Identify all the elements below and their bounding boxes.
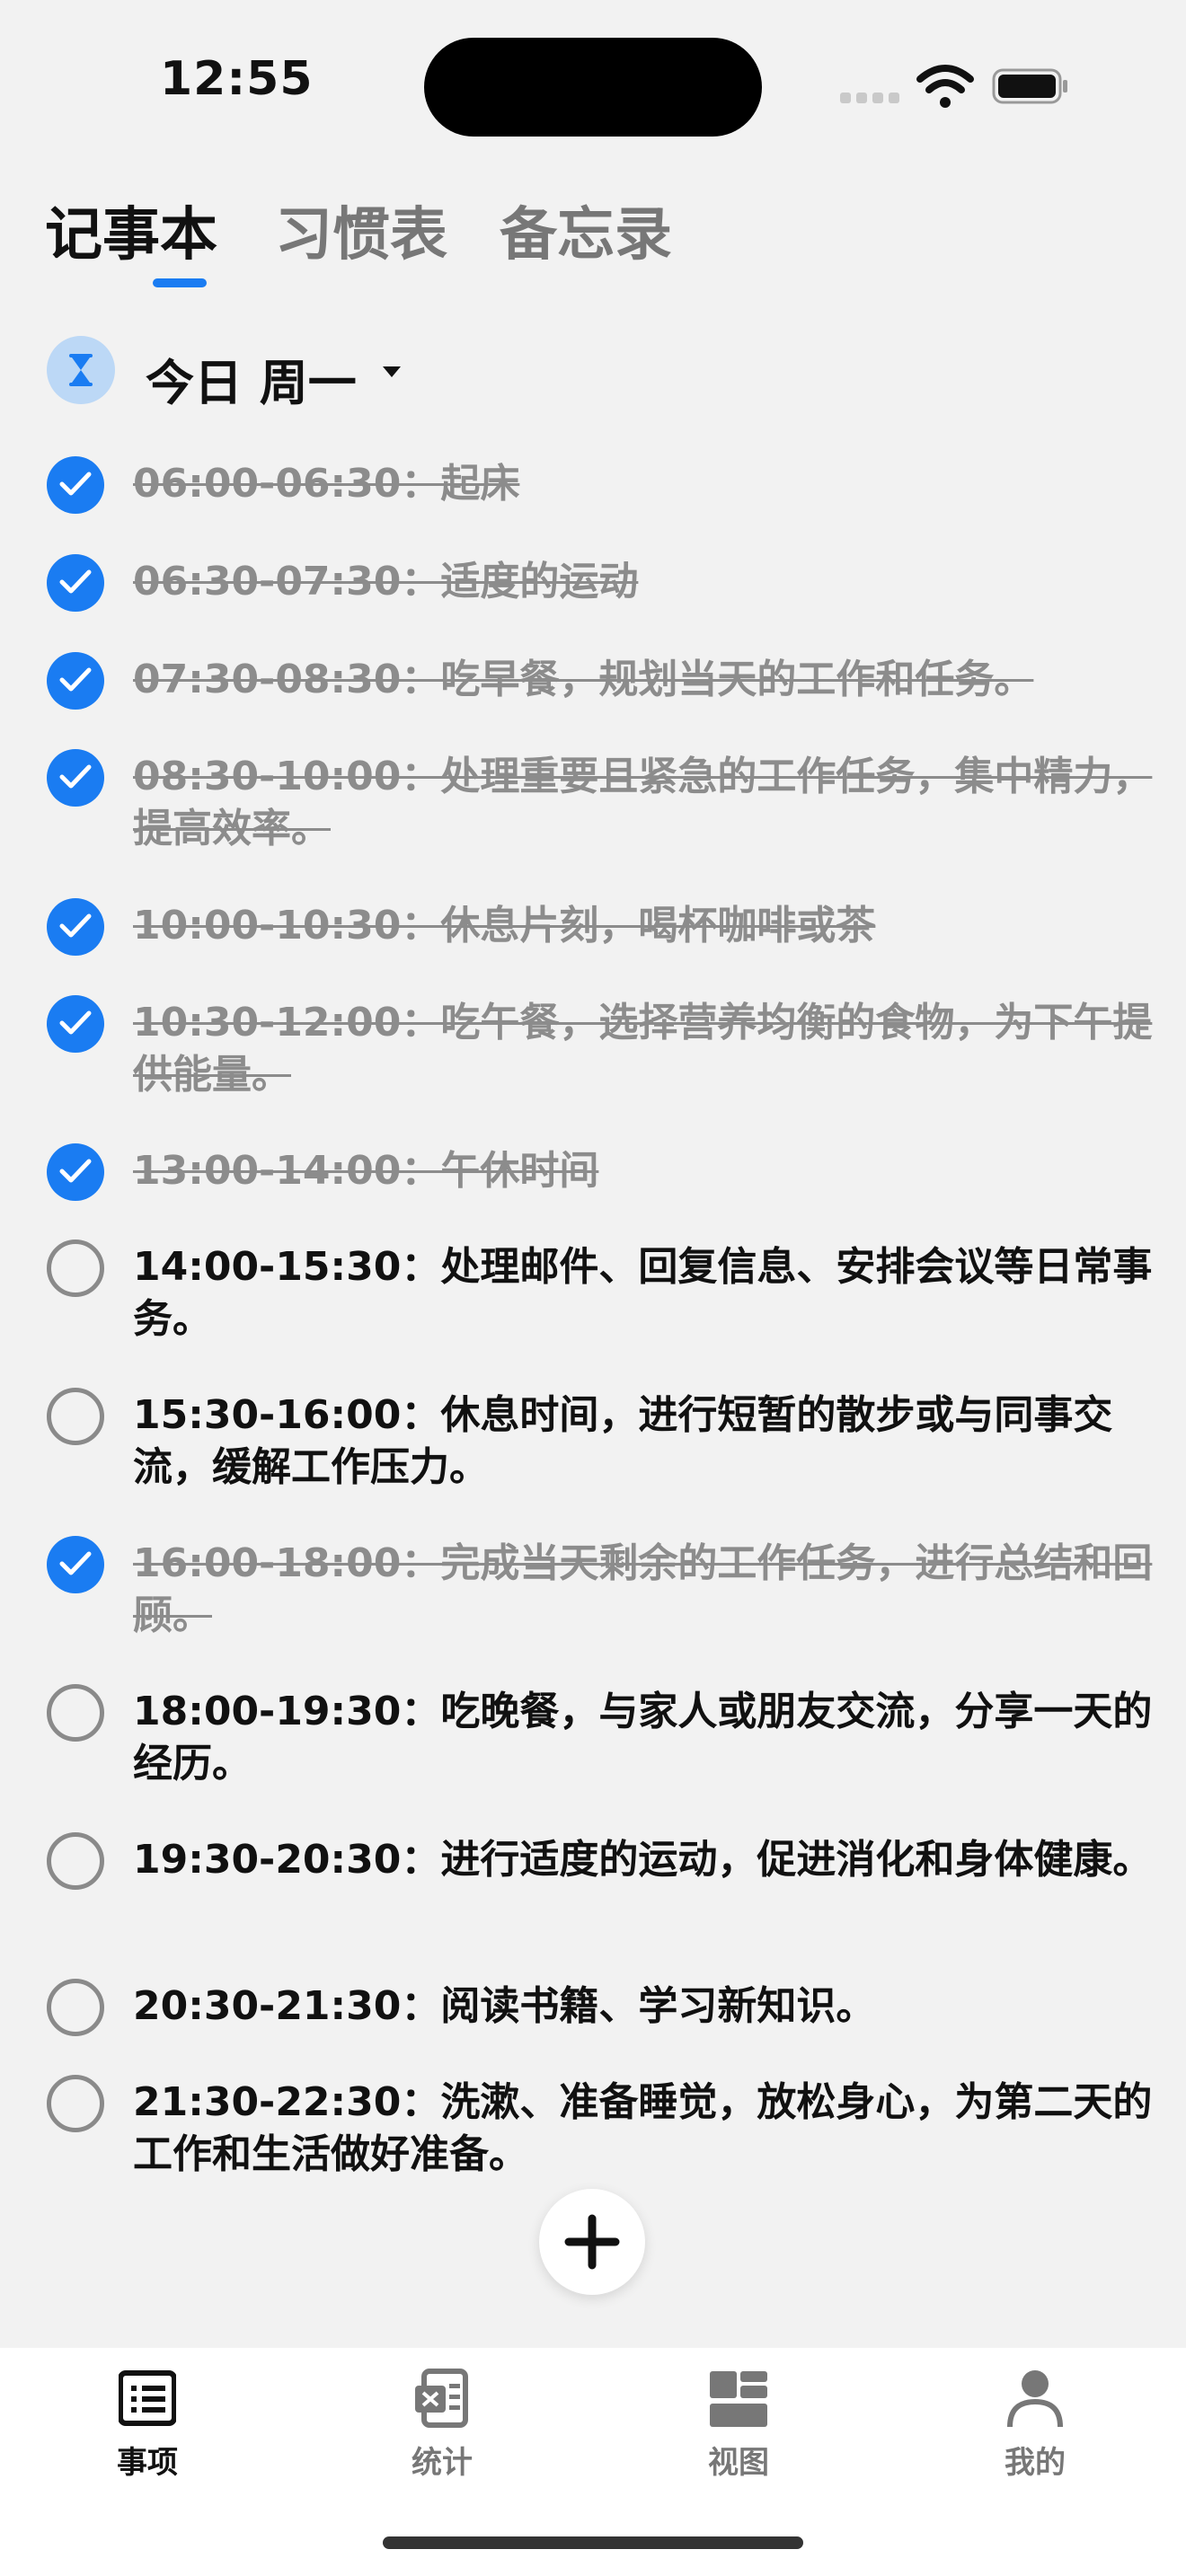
- nav-label: 我的: [1005, 2445, 1066, 2481]
- task-text: 15:30-16:00：休息时间，进行短暂的散步或与同事交流，缓解工作压力。: [133, 1392, 1113, 1490]
- status-bar: 12:55: [0, 0, 1186, 171]
- person-icon: [1007, 2370, 1063, 2428]
- status-time: 12:55: [160, 52, 314, 106]
- battery-icon: [992, 68, 1067, 104]
- add-task-button[interactable]: [539, 2189, 645, 2295]
- task-text: 14:00-15:30：处理邮件、回复信息、安排会议等日常事务。: [133, 1244, 1153, 1342]
- tab-habits[interactable]: 习惯表: [275, 189, 447, 271]
- checkbox-empty-icon[interactable]: [47, 1979, 104, 2036]
- task-text: 07:30-08:30：吃早餐，规划当天的工作和任务。: [133, 657, 1034, 702]
- tab-notebook[interactable]: 记事本: [45, 189, 217, 271]
- task-text: 20:30-21:30：阅读书籍、学习新知识。: [133, 1983, 876, 2029]
- task-text: 19:30-20:30：进行适度的运动，促进消化和身体健康。: [133, 1837, 1153, 1883]
- task-text: 06:00-06:30：起床: [133, 461, 520, 507]
- task-text: 08:30-10:00：处理重要且紧急的工作任务，集中精力，提高效率。: [133, 754, 1153, 851]
- tab-memo[interactable]: 备忘录: [500, 189, 672, 271]
- checkbox-checked-icon[interactable]: [47, 995, 104, 1053]
- task-text: 16:00-18:00：完成当天剩余的工作任务，进行总结和回顾。: [133, 1540, 1153, 1638]
- grid-view-icon: [710, 2371, 767, 2427]
- checkbox-checked-icon[interactable]: [47, 898, 104, 956]
- date-label: 今日 周一: [146, 355, 357, 411]
- checkbox-empty-icon[interactable]: [47, 1684, 104, 1742]
- task-text: 18:00-19:30：吃晚餐，与家人或朋友交流，分享一天的经历。: [133, 1689, 1153, 1786]
- task-text: 21:30-22:30：洗漱、准备睡觉，放松身心，为第二天的工作和生活做好准备。: [133, 2079, 1153, 2177]
- task-text: 10:00-10:30：休息片刻，喝杯咖啡或茶: [133, 903, 876, 948]
- cellular-signal-icon: [840, 90, 905, 107]
- home-indicator: [383, 2536, 803, 2549]
- nav-label: 统计: [412, 2445, 473, 2481]
- nav-label: 视图: [708, 2445, 769, 2481]
- dynamic-island: [424, 38, 762, 137]
- checkbox-empty-icon[interactable]: [47, 2075, 104, 2132]
- checkbox-checked-icon[interactable]: [47, 456, 104, 514]
- checkbox-checked-icon[interactable]: [47, 1536, 104, 1593]
- excel-icon: [415, 2369, 468, 2428]
- list-icon: [119, 2370, 176, 2426]
- task-text: 13:00-14:00：午休时间: [133, 1148, 599, 1194]
- checkbox-checked-icon[interactable]: [47, 749, 104, 807]
- checkbox-empty-icon[interactable]: [47, 1832, 104, 1890]
- task-text: 06:30-07:30：适度的运动: [133, 559, 639, 604]
- checkbox-checked-icon[interactable]: [47, 554, 104, 612]
- active-tab-indicator: [153, 278, 207, 287]
- task-text: 10:30-12:00：吃午餐，选择营养均衡的食物，为下午提供能量。: [133, 1000, 1153, 1098]
- plus-icon: [564, 2214, 620, 2270]
- nav-label: 事项: [117, 2445, 178, 2481]
- chevron-down-icon: [383, 366, 401, 377]
- hourglass-icon: [47, 336, 115, 404]
- wifi-icon: [916, 65, 974, 108]
- checkbox-empty-icon[interactable]: [47, 1388, 104, 1445]
- checkbox-checked-icon[interactable]: [47, 652, 104, 710]
- checkbox-empty-icon[interactable]: [47, 1239, 104, 1297]
- checkbox-checked-icon[interactable]: [47, 1143, 104, 1201]
